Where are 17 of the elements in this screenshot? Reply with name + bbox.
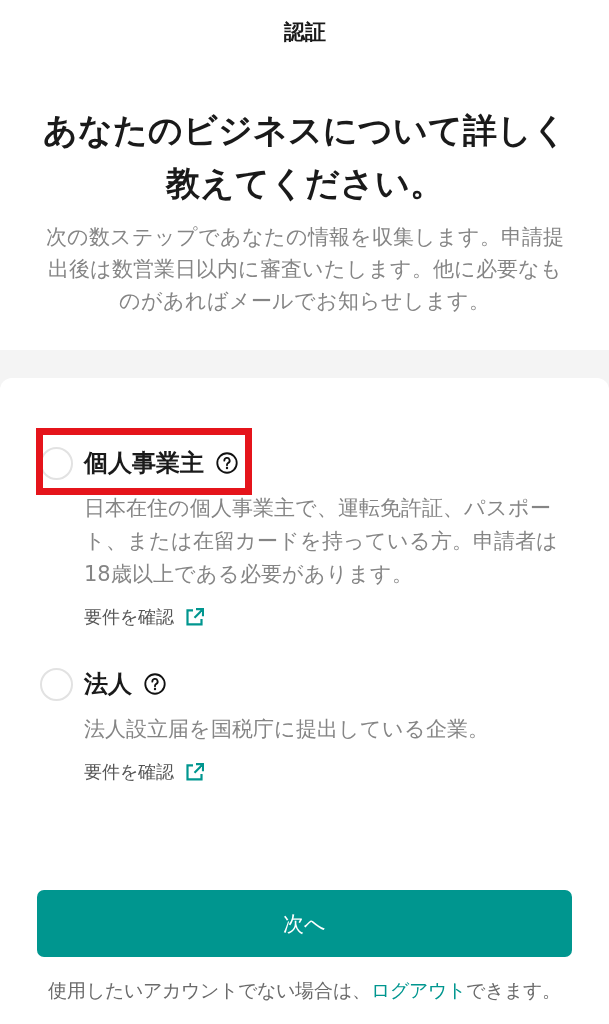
external-link-icon[interactable]	[186, 608, 204, 626]
external-link-icon[interactable]	[186, 763, 204, 781]
help-icon[interactable]	[216, 452, 238, 474]
option-description: 法人設立届を国税庁に提出している企業。	[84, 716, 490, 743]
requirements-link[interactable]: 要件を確認	[84, 760, 174, 784]
help-icon[interactable]	[144, 673, 166, 695]
option-description: 日本在住の個人事業主で、運転免許証、パスポート、または在留カードを持っている方。申請者は18歳以上である必要があります。	[84, 495, 559, 588]
intro-description: 次の数ステップであなたの情報を収集します。申請提出後は数営業日以内に審査いたします。他に必要なものがあればメールでお知らせします。	[44, 224, 565, 315]
logout-note: 使用したいアカウントでない場合は、ログアウト できます。	[48, 979, 561, 1003]
page-heading: あなたのビジネスについて詳しく教えてください。	[41, 109, 568, 205]
radio-button[interactable]	[40, 667, 73, 701]
logout-link[interactable]: ログアウト	[371, 980, 466, 1001]
screen-title: 認証	[283, 19, 326, 46]
next-button[interactable]: 次へ	[37, 890, 572, 957]
requirements-link[interactable]: 要件を確認	[84, 605, 174, 629]
option-label: 法人	[84, 669, 132, 700]
option-label: 個人事業主	[84, 448, 204, 479]
